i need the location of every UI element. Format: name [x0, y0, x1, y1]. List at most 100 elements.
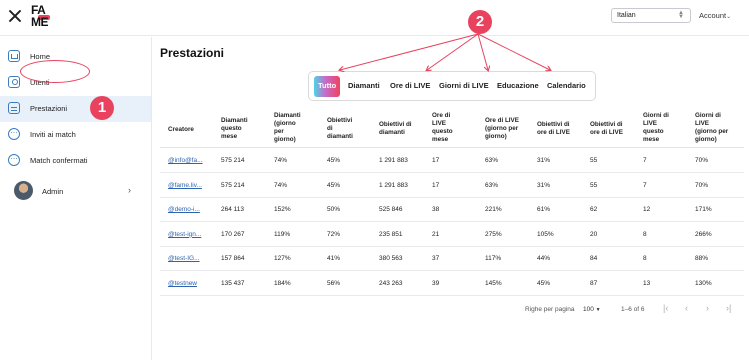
creator-link[interactable]: @test-ign...	[168, 231, 201, 238]
tab-ore-di-live[interactable]: Ore di LIVE	[390, 81, 430, 90]
column-header[interactable]: Ore di LIVE questo mese	[432, 112, 453, 144]
next-page-icon[interactable]: ›	[706, 303, 709, 313]
table-cell: 21	[432, 230, 440, 238]
sidebar-item-inviti[interactable]: Inviti ai match	[0, 122, 151, 148]
tab-educazione[interactable]: Educazione	[497, 81, 539, 90]
table-cell: 72%	[327, 230, 341, 238]
table-row: @test-IG... 157 864 127% 41% 380 563 37 117% 44…	[160, 246, 744, 272]
table-cell: 74%	[274, 181, 288, 189]
column-header[interactable]: Giorni di LIVE (giorno per giorno)	[695, 112, 728, 144]
table-cell: 152%	[274, 206, 291, 214]
chevron-right-icon: ›	[128, 185, 131, 195]
table-cell: 70%	[695, 181, 709, 189]
sidebar: Home Utenti Prestazioni Inviti ai match …	[0, 37, 152, 360]
top-bar: FA ME Italian ▲ ▼ Account⌄	[0, 0, 749, 36]
chevron-down-icon: ⌄	[726, 14, 732, 20]
table-row: @fame.liv... 575 214 74% 45% 1 291 883 17 63% 3…	[160, 173, 744, 198]
column-header[interactable]: Obiettivi di ore di LIVE	[590, 121, 623, 137]
column-header[interactable]: Ore di LIVE (giorno per giorno)	[485, 117, 519, 141]
table-cell: 55	[590, 181, 598, 189]
home-icon	[8, 50, 20, 62]
table-cell: 266%	[695, 230, 712, 238]
table-row: @test-ign... 170 267 119% 72% 235 851 21 275% 1…	[160, 222, 744, 247]
creator-link[interactable]: @info@fa...	[168, 157, 203, 164]
page-range: 1–6 of 6	[621, 306, 645, 313]
table-cell: 41%	[327, 255, 341, 263]
table-cell: 13	[643, 280, 651, 287]
table-cell: 130%	[695, 280, 712, 287]
arrow-to-calendario	[477, 33, 550, 70]
table-cell: 7	[643, 181, 647, 189]
fame-logo[interactable]: FA ME	[30, 3, 54, 31]
table-cell: 105%	[537, 230, 554, 238]
table-cell: 235 851	[379, 230, 403, 238]
rows-per-page-label: Righe per pagina	[525, 306, 575, 313]
table-cell: 157 864	[221, 255, 245, 263]
sidebar-item-label: Match confermati	[30, 156, 88, 165]
table-cell: 50%	[327, 206, 341, 214]
previous-page-icon[interactable]: ‹	[685, 303, 688, 313]
chat-icon	[8, 126, 20, 140]
table-cell: 380 563	[379, 255, 403, 263]
table-cell: 119%	[274, 230, 291, 238]
table-cell: 63%	[485, 181, 499, 189]
tab-giorni-di-live[interactable]: Giorni di LIVE	[439, 81, 489, 90]
table-cell: 145%	[485, 280, 502, 287]
avatar	[14, 181, 33, 200]
rows-per-page-select[interactable]: 100 ▼	[583, 306, 601, 313]
arrow-to-ore-di-live	[427, 33, 479, 70]
table-cell: 8	[643, 230, 647, 238]
table-cell: 17	[432, 181, 440, 189]
language-select[interactable]: Italian ▲ ▼	[611, 8, 691, 23]
table-cell: 135 437	[221, 280, 245, 287]
table-cell: 44%	[537, 255, 551, 263]
table-cell: 117%	[485, 255, 502, 263]
table-cell: 61%	[537, 206, 551, 214]
column-header[interactable]: Diamanti (giorno per giorno)	[274, 112, 301, 144]
creator-link[interactable]: @testnew	[168, 280, 197, 287]
tab-bar: Tutto Diamanti Ore di LIVE Giorni di LIV…	[308, 71, 596, 101]
user-icon	[8, 76, 20, 88]
tab-tutto[interactable]: Tutto	[314, 76, 341, 97]
admin-profile[interactable]: Admin ›	[0, 179, 151, 205]
column-header[interactable]: Diamanti questo mese	[221, 117, 248, 141]
chat-icon	[8, 152, 20, 166]
column-header[interactable]: Creatore	[168, 126, 194, 134]
table-row: @info@fa... 575 214 74% 45% 1 291 883 17 63% 31…	[160, 148, 744, 173]
page-title: Prestazioni	[160, 46, 225, 60]
table-cell: 84	[590, 255, 598, 263]
table-cell: 171%	[695, 206, 712, 214]
table-cell: 55	[590, 157, 598, 164]
table-cell: 63%	[485, 157, 499, 164]
sidebar-item-prestazioni[interactable]: Prestazioni	[0, 96, 151, 122]
last-page-icon[interactable]: ›|	[726, 303, 731, 313]
creator-link[interactable]: @demo-i...	[168, 206, 200, 213]
table-cell: 275%	[485, 230, 502, 238]
table-row: @demo-i... 264 113 152% 50% 525 846 38 221% 61%…	[160, 197, 744, 223]
table-cell: 31%	[537, 181, 551, 189]
language-value: Italian	[617, 12, 636, 19]
column-header[interactable]: Obiettivi di diamanti	[327, 117, 353, 141]
table-cell: 127%	[274, 255, 291, 263]
sidebar-item-match-confermati[interactable]: Match confermati	[0, 148, 151, 174]
table-cell: 17	[432, 157, 440, 164]
account-menu[interactable]: Account⌄	[699, 11, 731, 20]
table-cell: 37	[432, 255, 440, 263]
annotation-badge-2: 2	[468, 10, 492, 34]
table-cell: 8	[643, 255, 647, 263]
table-cell: 38	[432, 206, 440, 214]
table-row: @testnew 135 437 184% 56% 243 263 39 145% 45% 87…	[160, 271, 744, 296]
creator-link[interactable]: @fame.liv...	[168, 182, 202, 189]
column-header[interactable]: Giorni di LIVE questo mese	[643, 112, 669, 144]
tab-calendario[interactable]: Calendario	[547, 81, 586, 90]
close-icon[interactable]	[8, 9, 22, 23]
tab-diamanti[interactable]: Diamanti	[348, 81, 380, 90]
first-page-icon[interactable]: |‹	[663, 303, 668, 313]
annotation-badge-1: 1	[90, 96, 114, 120]
column-header[interactable]: Obiettivi di ore di LIVE	[537, 121, 570, 137]
table-cell: 575 214	[221, 181, 245, 189]
creator-link[interactable]: @test-IG...	[168, 255, 200, 262]
column-header[interactable]: Obiettivi di diamanti	[379, 121, 412, 137]
table-cell: 62	[590, 206, 598, 214]
sidebar-item-label: Inviti ai match	[30, 130, 76, 139]
